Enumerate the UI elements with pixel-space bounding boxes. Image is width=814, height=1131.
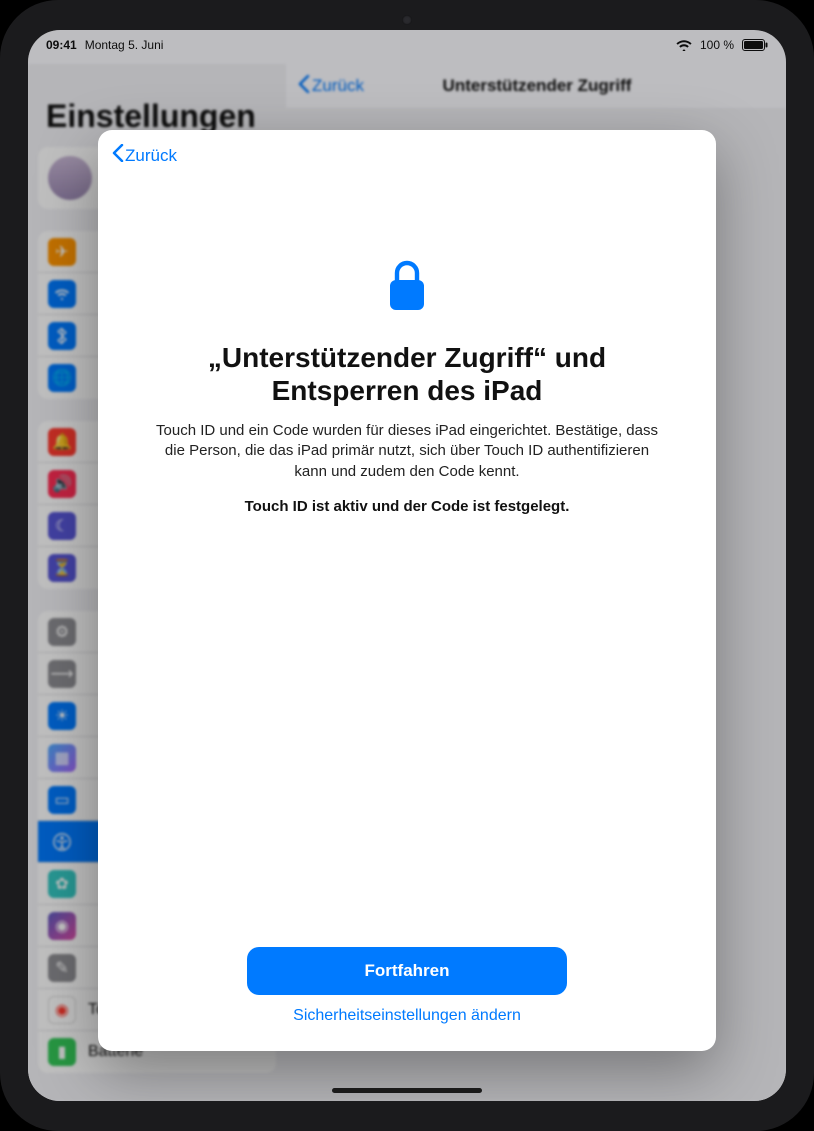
continue-button[interactable]: Fortfahren bbox=[247, 947, 567, 995]
chevron-left-icon bbox=[112, 144, 124, 167]
sheet-description: Touch ID und ein Code wurden für dieses … bbox=[124, 421, 690, 482]
assistive-access-sheet: Zurück „Unterstützender Zugriff“ und Ent… bbox=[98, 130, 716, 1051]
sheet-back-label: Zurück bbox=[125, 146, 177, 166]
sheet-back-button[interactable]: Zurück bbox=[112, 144, 177, 167]
sheet-title: „Unterstützender Zugriff“ und Entsperren… bbox=[124, 341, 690, 407]
home-indicator[interactable] bbox=[332, 1088, 482, 1093]
change-security-link[interactable]: Sicherheitseinstellungen ändern bbox=[293, 1007, 521, 1025]
sheet-footer: Fortfahren Sicherheitseinstellungen ände… bbox=[124, 947, 690, 1031]
front-camera bbox=[402, 15, 412, 25]
sheet-content: „Unterstützender Zugriff“ und Entsperren… bbox=[124, 148, 690, 947]
sheet-status-text: Touch ID ist aktiv und der Code ist fest… bbox=[245, 498, 570, 515]
lock-icon bbox=[385, 258, 429, 319]
screen: 09:41 Montag 5. Juni 100 % Z bbox=[28, 30, 786, 1101]
ipad-device-frame: 09:41 Montag 5. Juni 100 % Z bbox=[0, 0, 814, 1131]
